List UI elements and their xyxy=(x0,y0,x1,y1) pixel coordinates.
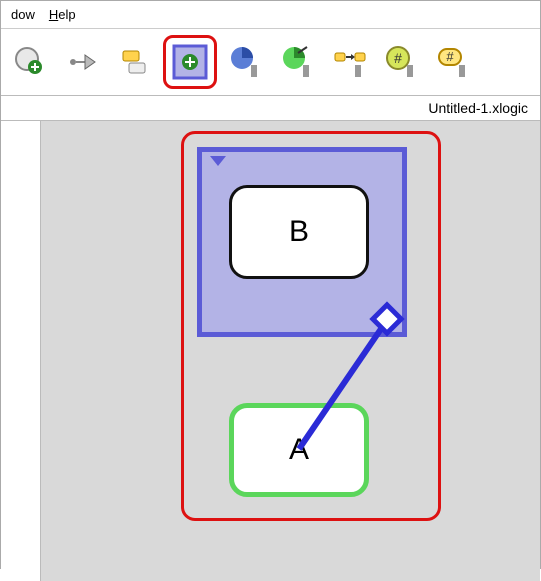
svg-text:#: # xyxy=(446,49,454,64)
toolbar: # # xyxy=(1,29,540,96)
menu-window[interactable]: dow xyxy=(11,7,35,22)
tb-window-stack[interactable] xyxy=(111,39,157,85)
tb-transform[interactable] xyxy=(327,39,373,85)
canvas[interactable]: B A xyxy=(1,121,540,581)
tb-pie[interactable] xyxy=(223,39,269,85)
node-b-label: B xyxy=(289,215,309,249)
tb-hash-green[interactable]: # xyxy=(379,39,425,85)
node-b[interactable]: B xyxy=(229,185,369,279)
highlight-toolbar xyxy=(163,35,217,89)
tb-add-set[interactable] xyxy=(167,39,213,85)
file-tab[interactable]: Untitled-1.xlogic xyxy=(428,100,528,116)
menu-bar: dow Help xyxy=(1,1,540,29)
tb-pie-split[interactable] xyxy=(275,39,321,85)
node-a[interactable]: A xyxy=(229,403,369,497)
collapse-icon[interactable] xyxy=(210,156,226,166)
tb-add-circle[interactable] xyxy=(7,39,53,85)
node-a-label: A xyxy=(289,433,309,467)
svg-text:#: # xyxy=(394,50,402,66)
tb-connector[interactable] xyxy=(59,39,105,85)
file-tab-bar: Untitled-1.xlogic xyxy=(1,96,540,121)
menu-help[interactable]: Help xyxy=(49,7,76,22)
page-edge xyxy=(1,121,41,581)
tb-hash-yellow[interactable]: # xyxy=(431,39,477,85)
